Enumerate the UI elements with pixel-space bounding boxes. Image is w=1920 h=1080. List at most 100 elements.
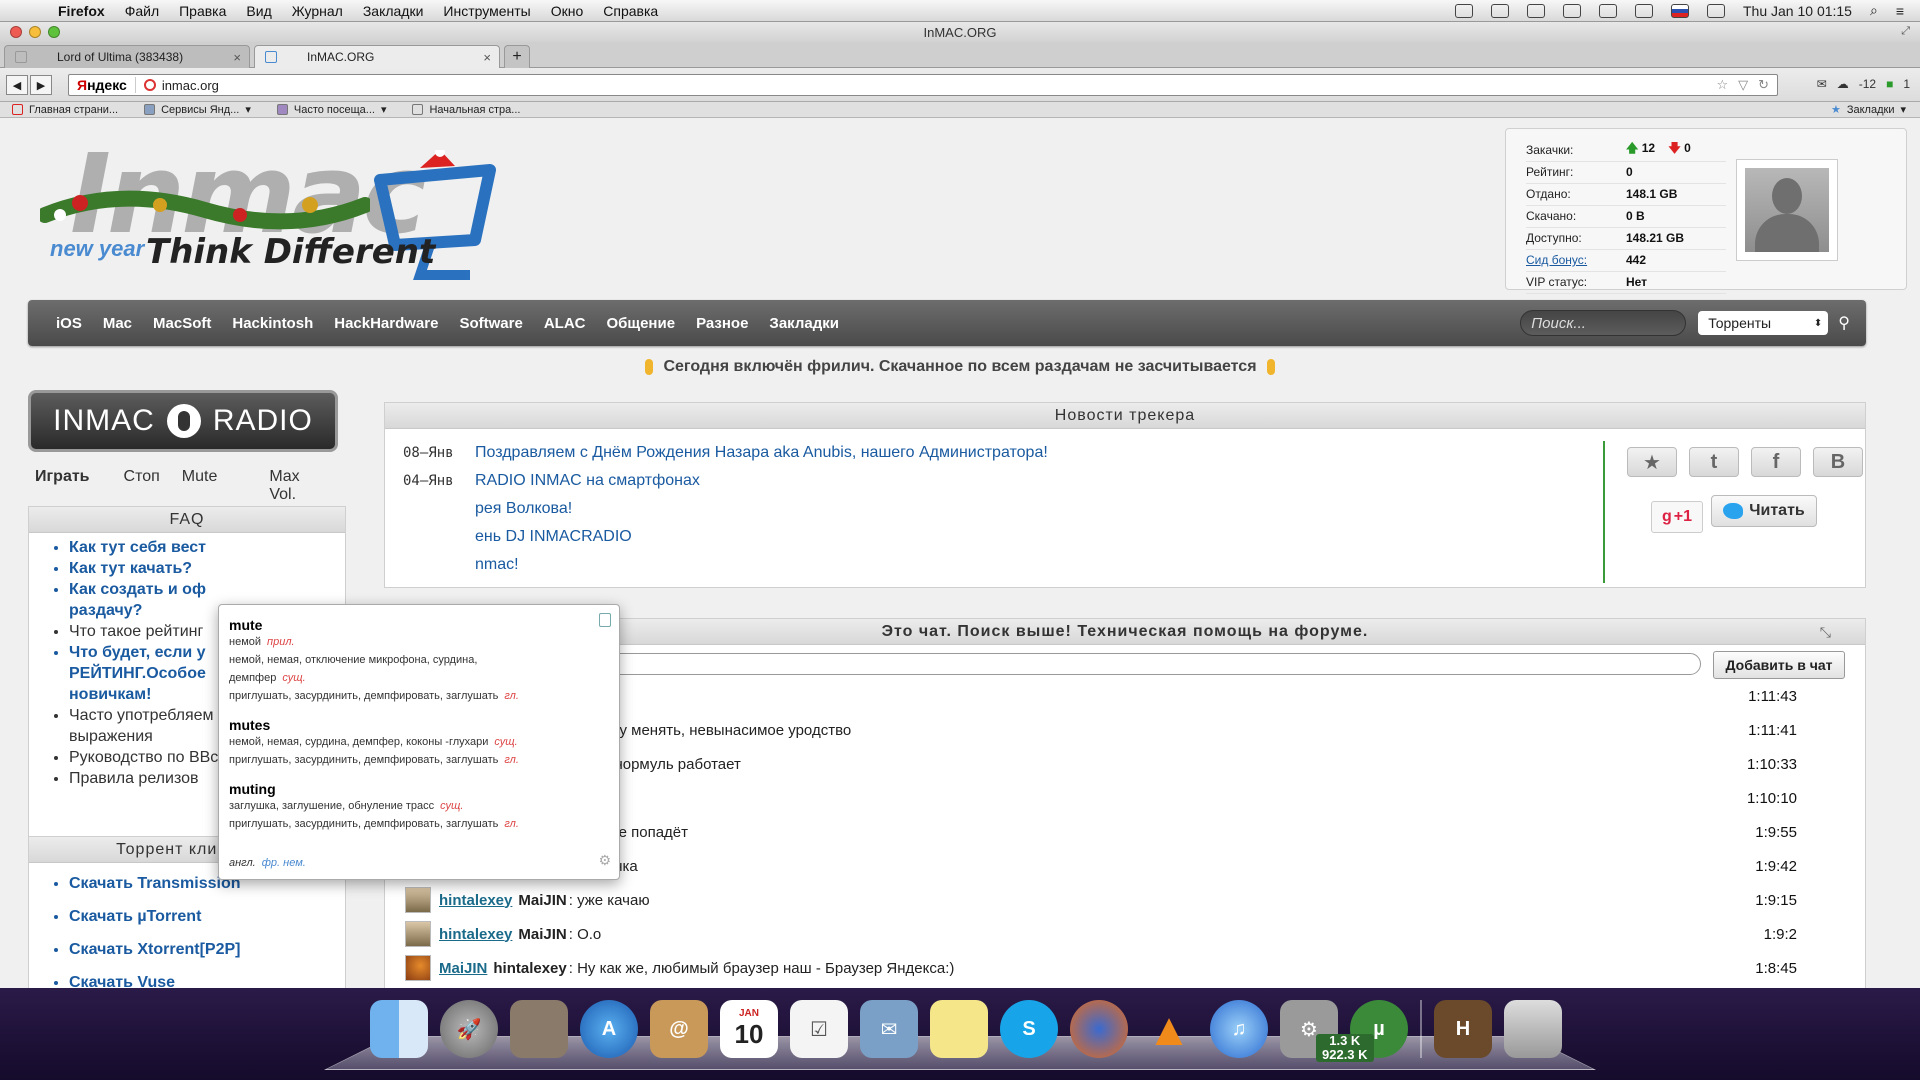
dictionary-word[interactable]: mutes: [229, 717, 609, 733]
search-icon[interactable]: ⚲: [1838, 313, 1850, 333]
close-tab-icon[interactable]: ×: [233, 50, 241, 65]
bookmark-item[interactable]: Начальная стра...: [412, 104, 520, 116]
mail-app-icon[interactable]: ✉: [860, 1000, 918, 1058]
image-capture-icon[interactable]: [510, 1000, 568, 1058]
search-category-select[interactable]: Торренты ⬍: [1698, 311, 1829, 335]
lang-others[interactable]: фр. нем.: [262, 857, 306, 869]
faq-item[interactable]: Как тут себя вест: [69, 537, 345, 558]
mail-icon[interactable]: ✉: [1817, 77, 1827, 91]
site-logo[interactable]: Inmac new year Think Different: [40, 130, 510, 290]
tab-lord-of-ultima[interactable]: Lord of Ultima (383438) ×: [4, 45, 250, 68]
radio-play-button[interactable]: Играть: [35, 468, 90, 504]
app-store-icon[interactable]: A: [580, 1000, 638, 1058]
chat-avatar[interactable]: [405, 955, 431, 981]
twitter-share-button[interactable]: t: [1689, 447, 1739, 477]
fullscreen-icon[interactable]: ⤢: [1901, 25, 1910, 38]
chat-status-icon[interactable]: [1491, 3, 1509, 18]
itunes-icon[interactable]: ♫: [1210, 1000, 1268, 1058]
weather-icon[interactable]: ☁: [1837, 77, 1849, 91]
radio-max-volume-button[interactable]: Max Vol.: [269, 468, 323, 504]
faq-item[interactable]: Как тут качать?: [69, 558, 345, 579]
menu-edit[interactable]: Правка: [179, 3, 226, 19]
nav-software[interactable]: Software: [459, 315, 522, 332]
bookmarks-menu-button[interactable]: ★ Закладки ▾: [1831, 103, 1906, 117]
nav-mac[interactable]: Mac: [103, 315, 132, 332]
bookmark-star-icon[interactable]: ☆: [1716, 77, 1728, 93]
faq-item[interactable]: Как создать и оф: [69, 579, 345, 600]
stickies-icon[interactable]: [930, 1000, 988, 1058]
bookmark-folder[interactable]: Сервисы Янд... ▾: [144, 103, 251, 116]
menu-app-firefox[interactable]: Firefox: [58, 3, 105, 19]
chat-nick[interactable]: hintalexey: [439, 926, 512, 943]
dictionary-word[interactable]: muting: [229, 781, 609, 797]
time-machine-icon[interactable]: [1635, 3, 1653, 18]
menu-view[interactable]: Вид: [246, 3, 271, 19]
nav-macsoft[interactable]: MacSoft: [153, 315, 211, 332]
keyboard-status-icon[interactable]: [1455, 3, 1473, 18]
menu-file[interactable]: Файл: [125, 3, 159, 19]
nav-ios[interactable]: iOS: [56, 315, 82, 332]
calendar-icon[interactable]: JAN 10: [720, 1000, 778, 1058]
menu-history[interactable]: Журнал: [292, 3, 343, 19]
reminders-icon[interactable]: ☑: [790, 1000, 848, 1058]
nav-bookmarks[interactable]: Закладки: [769, 315, 839, 332]
vlc-icon[interactable]: ▲: [1140, 1000, 1198, 1058]
nav-misc[interactable]: Разное: [696, 315, 748, 332]
nav-alac[interactable]: ALAC: [544, 315, 586, 332]
clock[interactable]: Thu Jan 10 01:15: [1743, 3, 1852, 19]
inmac-radio-banner[interactable]: INMAC RADIO: [28, 390, 338, 452]
seed-bonus-link[interactable]: Сид бонус:: [1526, 253, 1587, 267]
menu-help[interactable]: Справка: [603, 3, 658, 19]
wifi-icon[interactable]: [1527, 3, 1545, 18]
nav-hackintosh[interactable]: Hackintosh: [232, 315, 313, 332]
history-dropdown-icon[interactable]: ▽: [1738, 77, 1748, 93]
eject-icon[interactable]: [1599, 3, 1617, 18]
new-tab-button[interactable]: +: [504, 45, 530, 68]
gear-icon[interactable]: ⚙: [598, 852, 611, 869]
spotlight-icon[interactable]: ⌕: [1870, 2, 1878, 19]
chat-avatar[interactable]: [405, 921, 431, 947]
add-to-chat-button[interactable]: Добавить в чат: [1713, 651, 1845, 679]
contacts-icon[interactable]: @: [650, 1000, 708, 1058]
client-link[interactable]: Скачать Vuse: [69, 966, 345, 988]
tab-inmac[interactable]: InMAC.ORG ×: [254, 45, 500, 68]
firefox-icon[interactable]: [1070, 1000, 1128, 1058]
collapse-icon[interactable]: ⤡: [1820, 624, 1831, 641]
temperature-readout[interactable]: -12: [1859, 77, 1876, 91]
dictionary-word[interactable]: mute: [229, 617, 609, 633]
site-search-input[interactable]: Поиск...: [1520, 310, 1687, 336]
bookmark-item[interactable]: Главная страни...: [12, 104, 118, 116]
chat-addressee[interactable]: hintalexey: [493, 960, 566, 977]
client-link[interactable]: Скачать Xtorrent[P2P]: [69, 933, 345, 966]
bluetooth-icon[interactable]: [1563, 3, 1581, 18]
twitter-follow-button[interactable]: Читать: [1711, 495, 1817, 527]
url-text[interactable]: inmac.org: [162, 78, 219, 93]
yandex-logo[interactable]: Яндекс: [69, 77, 136, 93]
menu-bookmarks[interactable]: Закладки: [363, 3, 424, 19]
launchpad-icon[interactable]: 🚀: [440, 1000, 498, 1058]
radio-mute-button[interactable]: Mute: [182, 468, 218, 504]
vkontakte-share-button[interactable]: B: [1813, 447, 1863, 477]
radio-stop-button[interactable]: Стоп: [124, 468, 160, 504]
favorite-share-button[interactable]: ★: [1627, 447, 1677, 477]
game-app-icon[interactable]: H: [1434, 1000, 1492, 1058]
addon-icon[interactable]: ■: [1886, 77, 1893, 91]
chat-nick[interactable]: hintalexey: [439, 892, 512, 909]
user-avatar[interactable]: [1736, 159, 1838, 261]
chat-addressee[interactable]: MaiJIN: [518, 926, 566, 943]
reload-icon[interactable]: ↻: [1758, 77, 1769, 93]
google-plus-button[interactable]: g +1: [1651, 501, 1703, 533]
chat-input[interactable]: [585, 653, 1701, 675]
chat-avatar[interactable]: [405, 887, 431, 913]
lang-english[interactable]: англ.: [229, 857, 256, 869]
chat-addressee[interactable]: MaiJIN: [518, 892, 566, 909]
menu-tools[interactable]: Инструменты: [443, 3, 530, 19]
skype-icon[interactable]: S: [1000, 1000, 1058, 1058]
menu-window[interactable]: Окно: [551, 3, 584, 19]
nav-hackhardware[interactable]: HackHardware: [334, 315, 438, 332]
forward-button[interactable]: ▶: [30, 75, 52, 95]
trash-icon[interactable]: [1504, 1000, 1562, 1058]
volume-icon[interactable]: [1707, 3, 1725, 18]
notification-center-icon[interactable]: ≡: [1896, 3, 1904, 19]
back-button[interactable]: ◀: [6, 75, 28, 95]
